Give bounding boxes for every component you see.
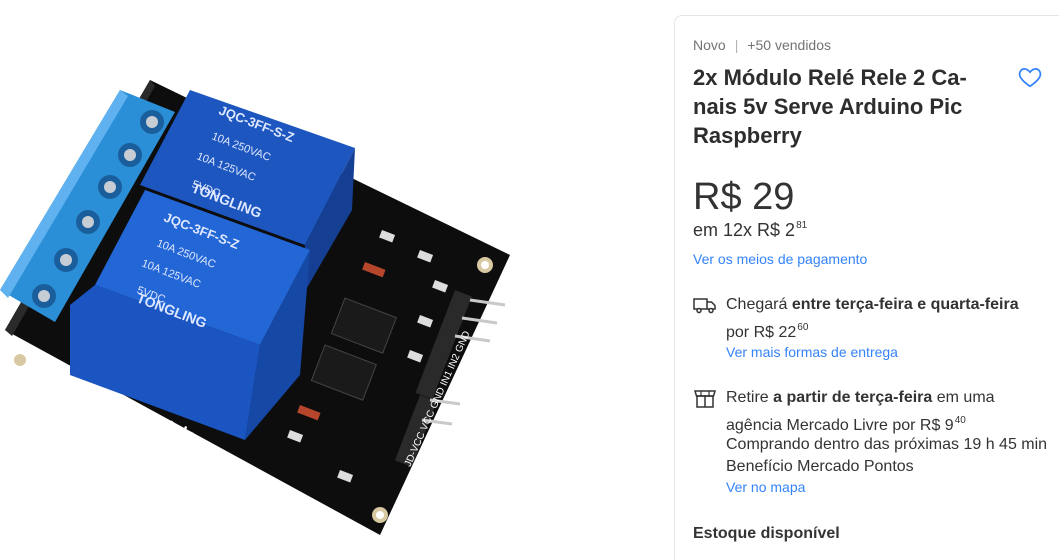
- favorite-button[interactable]: [1017, 64, 1043, 90]
- pickup-value: R$ 9: [919, 417, 954, 434]
- buy-box: Novo | +50 vendidos 2x Módulo Relé Rele …: [674, 15, 1059, 560]
- payment-methods-link[interactable]: Ver os meios de pagamento: [693, 251, 867, 267]
- subtitle-separator: |: [734, 37, 739, 53]
- installment-value: R$ 2: [757, 220, 796, 240]
- title-line-2: nais 5v Serve Arduino Pic: [693, 94, 963, 119]
- installment-cents: 81: [796, 220, 808, 231]
- shipping-value: R$ 22: [753, 324, 797, 341]
- sold-count: +50 vendidos: [747, 37, 832, 53]
- product-title: 2x Módulo Relé Rele 2 Ca- nais 5v Serve …: [693, 63, 993, 150]
- installments-prefix: em 12x: [693, 220, 758, 240]
- pickup-rest-1: em uma: [932, 389, 995, 406]
- shipping-lead: Chegará: [726, 296, 792, 313]
- pickup-rest-2: agência Mercado Livre por: [726, 417, 920, 434]
- view-on-map-link[interactable]: Ver no mapa: [726, 479, 805, 495]
- heart-icon: [1018, 68, 1042, 88]
- pickup-benefit: Benefício Mercado Pontos: [726, 458, 914, 475]
- shipping-by: por: [726, 324, 754, 341]
- pickup-cents: 40: [954, 415, 966, 426]
- title-line-1: 2x Módulo Relé Rele 2 Ca-: [693, 65, 967, 90]
- product-subtitle: Novo | +50 vendidos: [693, 37, 831, 53]
- pickup-lead: Retire: [726, 389, 774, 406]
- pickup-timer: Comprando dentro das próximas 19 h 45 mi…: [726, 433, 1056, 456]
- shipping-window: entre terça-feira e quarta-feira: [791, 296, 1019, 313]
- pickup-when: a partir de terça-feira: [773, 389, 933, 406]
- price: R$ 29: [693, 176, 795, 218]
- title-line-3: Raspberry: [693, 123, 802, 148]
- stock-label: Estoque disponível: [693, 525, 840, 542]
- installments: em 12x R$ 281: [693, 220, 807, 241]
- condition-label: Novo: [693, 37, 726, 53]
- product-image-gallery[interactable]: JQC-3FF-S-Z 10A 250VAC 10A 125VAC 5VDC T…: [0, 0, 660, 560]
- shipping-cents: 60: [797, 322, 809, 333]
- more-delivery-options-link[interactable]: Ver mais formas de entrega: [726, 344, 898, 360]
- shipping-info: Chegará entre terça-feira e quarta-feira…: [693, 293, 1043, 373]
- truck-icon: [693, 298, 716, 314]
- pickup-timer-value: 19 h 45 min: [963, 436, 1048, 453]
- relay-module-image: JQC-3FF-S-Z 10A 250VAC 10A 125VAC 5VDC T…: [0, 80, 510, 535]
- store-icon: [693, 390, 717, 408]
- pickup-timer-prefix: Comprando dentro das próximas: [726, 436, 964, 453]
- pickup-info: Retire a partir de terça-feira em uma ag…: [693, 386, 1047, 506]
